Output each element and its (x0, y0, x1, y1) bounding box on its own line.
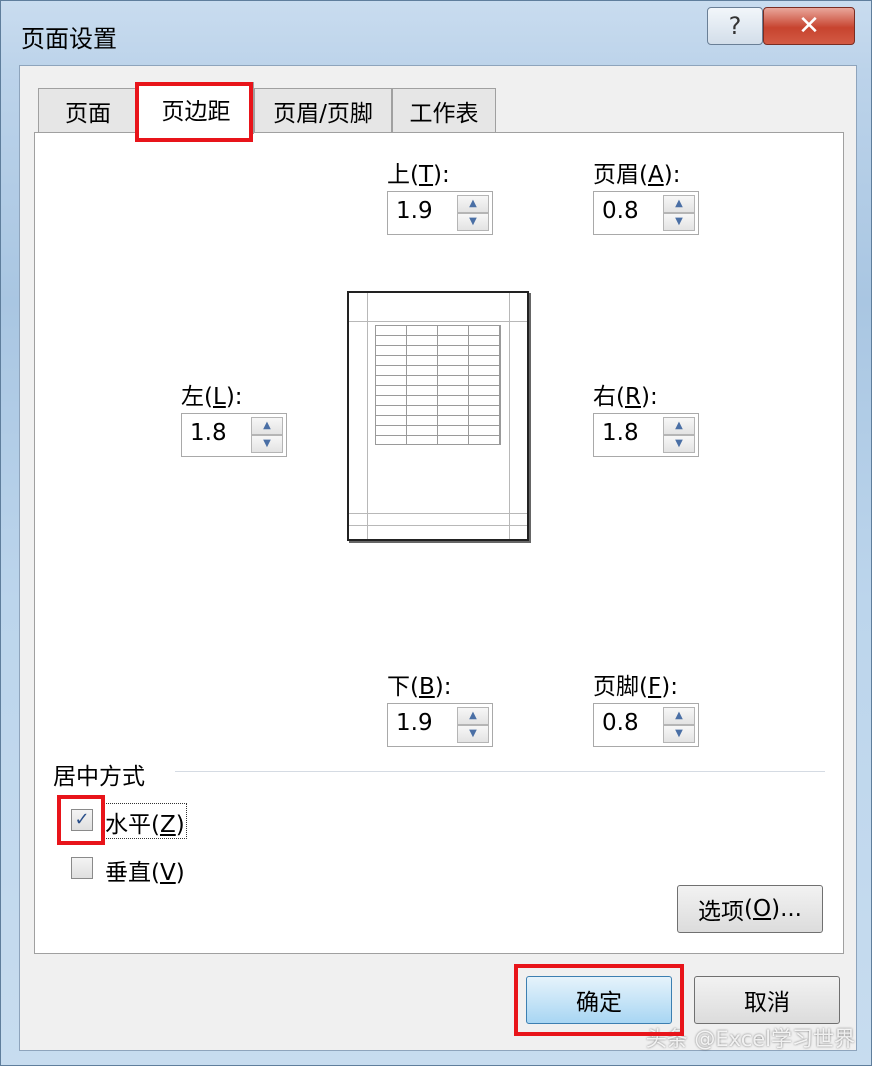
margins-panel: 上(T): 1.9 ▲ ▼ 页眉(A): 0.8 ▲ ▼ 左(L): 1.8 ▲ ▼ … (34, 132, 844, 954)
vertical-center-checkbox[interactable] (71, 857, 93, 879)
spin-down-icon[interactable]: ▼ (663, 213, 695, 231)
vertical-center-label[interactable]: 垂直(V) (105, 853, 185, 887)
header-margin-spinner[interactable]: 0.8 ▲ ▼ (593, 191, 699, 235)
spin-down-icon[interactable]: ▼ (663, 725, 695, 743)
left-margin-label: 左(L): (181, 384, 243, 410)
preview-table-icon (375, 325, 501, 445)
bottom-margin-value[interactable]: 1.9 (396, 710, 433, 736)
footer-margin-value[interactable]: 0.8 (602, 710, 639, 736)
header-margin-value[interactable]: 0.8 (602, 198, 639, 224)
top-margin-spinner[interactable]: 1.9 ▲ ▼ (387, 191, 493, 235)
right-margin-spinner[interactable]: 1.8 ▲ ▼ (593, 413, 699, 457)
right-margin-value[interactable]: 1.8 (602, 420, 639, 446)
tab-header-footer[interactable]: 页眉/页脚 (254, 88, 392, 132)
section-divider (175, 771, 825, 772)
spin-down-icon[interactable]: ▼ (457, 213, 489, 231)
spin-up-icon[interactable]: ▲ (251, 417, 283, 435)
spin-up-icon[interactable]: ▲ (663, 195, 695, 213)
spin-up-icon[interactable]: ▲ (663, 417, 695, 435)
tab-page[interactable]: 页面 (38, 88, 138, 132)
highlight-tab-margins (135, 82, 253, 142)
dialog-title: 页面设置 (21, 25, 117, 53)
bottom-margin-spinner[interactable]: 1.9 ▲ ▼ (387, 703, 493, 747)
spin-up-icon[interactable]: ▲ (663, 707, 695, 725)
footer-margin-spinner[interactable]: 0.8 ▲ ▼ (593, 703, 699, 747)
spin-down-icon[interactable]: ▼ (663, 435, 695, 453)
centering-section-title: 居中方式 (53, 764, 145, 790)
top-margin-value[interactable]: 1.9 (396, 198, 433, 224)
spin-up-icon[interactable]: ▲ (457, 195, 489, 213)
help-button[interactable]: ? (707, 7, 763, 45)
close-button[interactable]: ✕ (763, 7, 855, 45)
highlight-horizontal-checkbox (57, 795, 105, 845)
options-button[interactable]: 选项(O)... (677, 885, 823, 933)
page-preview (347, 291, 529, 541)
header-margin-label: 页眉(A): (593, 162, 681, 188)
spin-up-icon[interactable]: ▲ (457, 707, 489, 725)
spin-down-icon[interactable]: ▼ (457, 725, 489, 743)
left-margin-spinner[interactable]: 1.8 ▲ ▼ (181, 413, 287, 457)
right-margin-label: 右(R): (593, 384, 658, 410)
page-setup-dialog: 页面设置 ? ✕ 页面 页边距 页眉/页脚 工作表 上(T): 1.9 ▲ ▼ 页… (0, 0, 872, 1066)
top-margin-label: 上(T): (387, 162, 450, 188)
dialog-client-area: 页面 页边距 页眉/页脚 工作表 上(T): 1.9 ▲ ▼ 页眉(A): 0.8… (19, 65, 857, 1051)
highlight-ok-button (514, 964, 684, 1036)
left-margin-value[interactable]: 1.8 (190, 420, 227, 446)
spin-down-icon[interactable]: ▼ (251, 435, 283, 453)
horizontal-center-label[interactable]: 水平(Z) (105, 805, 185, 839)
help-icon: ? (728, 12, 742, 40)
footer-margin-label: 页脚(F): (593, 674, 678, 700)
bottom-margin-label: 下(B): (387, 674, 452, 700)
close-icon: ✕ (798, 11, 820, 41)
tab-sheet[interactable]: 工作表 (392, 88, 496, 132)
cancel-button[interactable]: 取消 (694, 976, 840, 1024)
